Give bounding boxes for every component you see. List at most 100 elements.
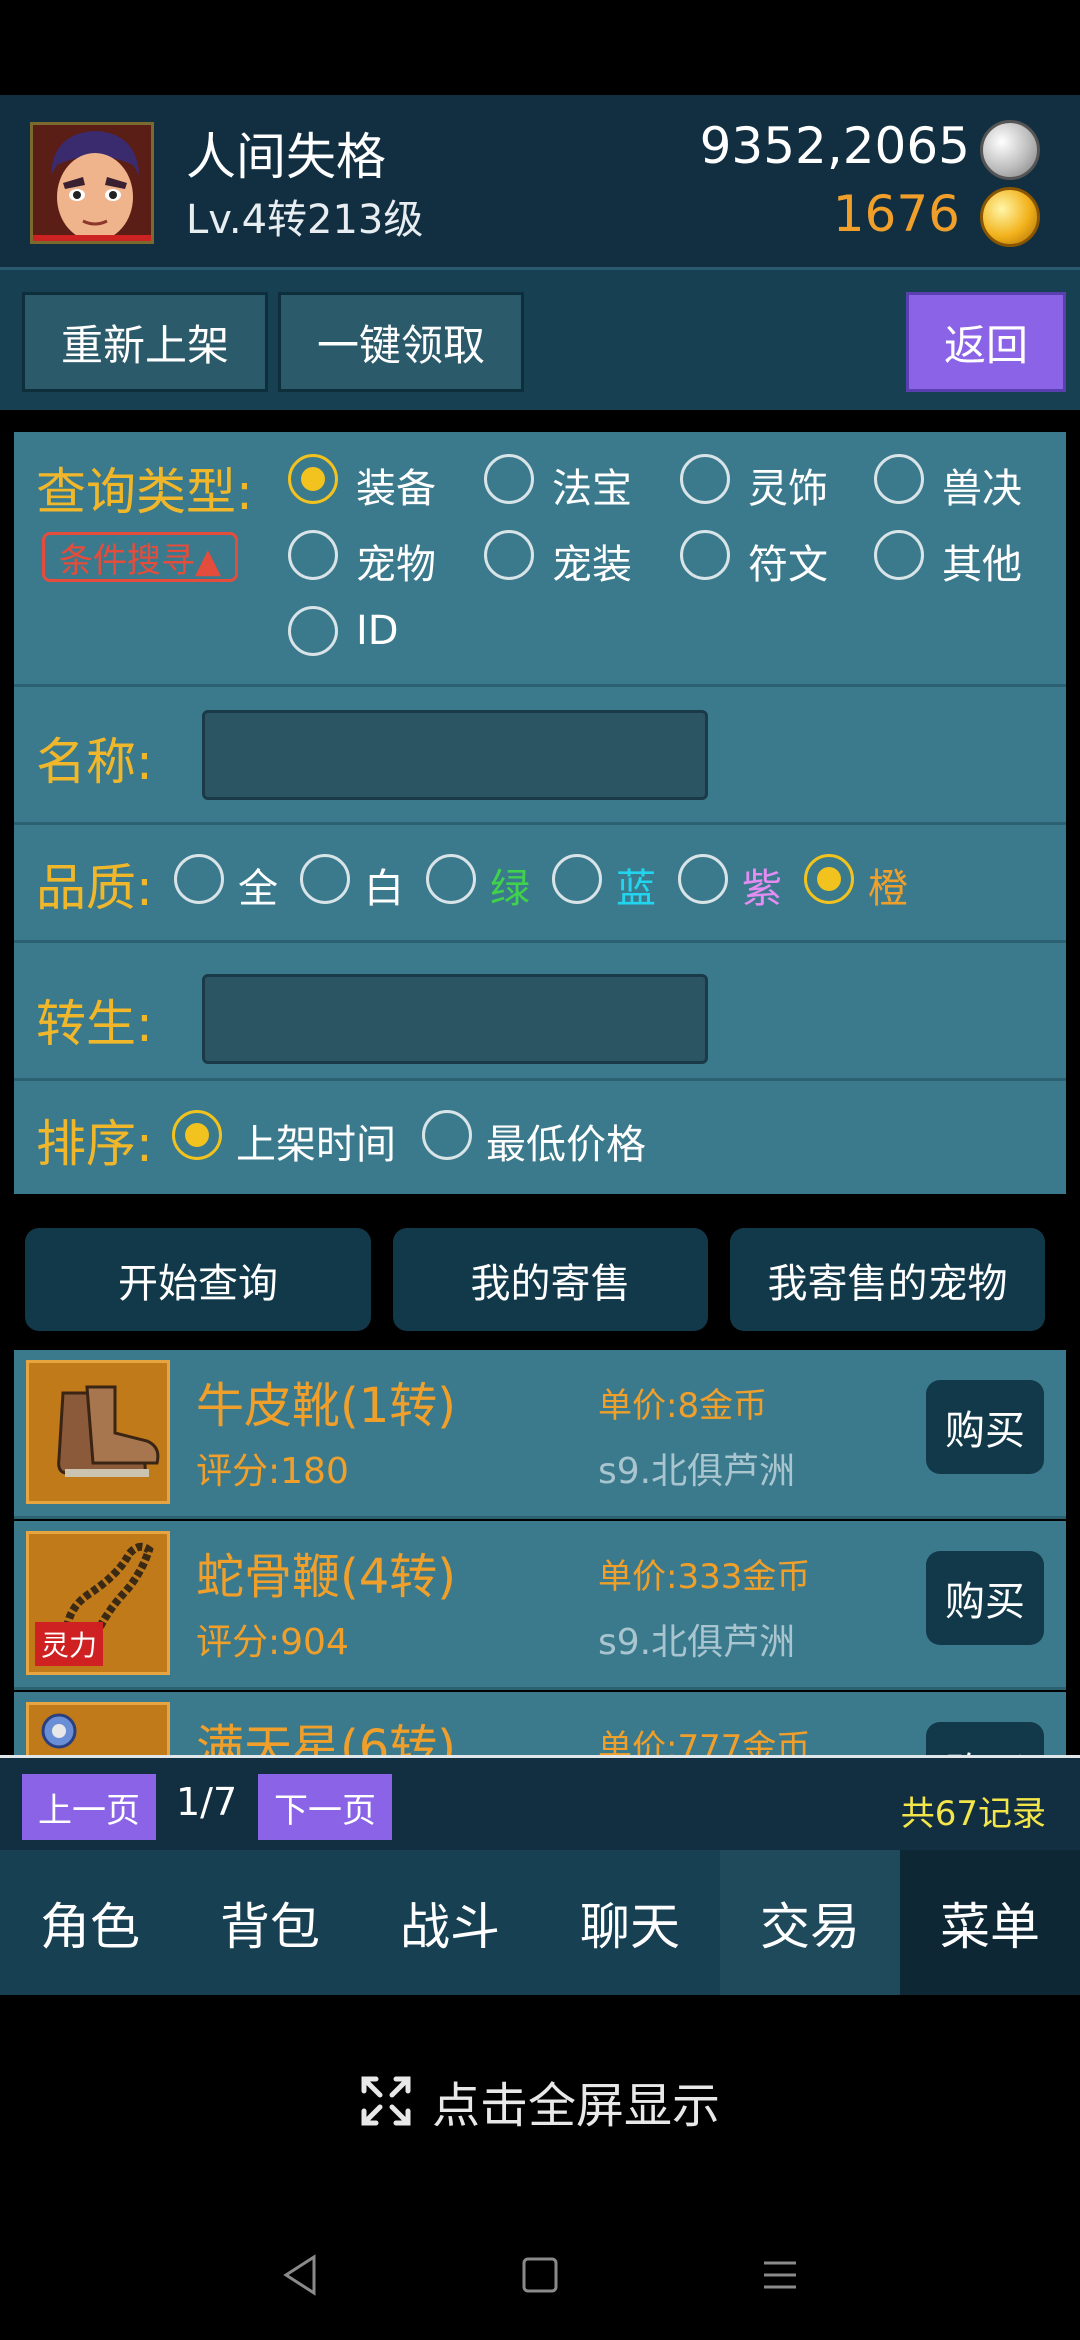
radio-query-id[interactable] — [288, 606, 338, 656]
radio-quality-all[interactable] — [174, 854, 224, 904]
option-label: ID — [356, 608, 399, 654]
gold-amount: 1676 — [832, 185, 960, 243]
divider — [14, 684, 1066, 687]
home-square-icon[interactable] — [520, 2255, 560, 2295]
radio-quality-blue[interactable] — [552, 854, 602, 904]
option-label: 宠装 — [552, 542, 632, 588]
prev-page-button[interactable]: 上一页 — [22, 1774, 156, 1840]
list-item: 牛皮靴(1转) 评分:180 单价:8金币 s9.北俱芦洲 购买 — [14, 1350, 1066, 1516]
rebirth-input[interactable] — [202, 974, 708, 1064]
rebirth-label: 转生: — [36, 995, 153, 1053]
item-tag: 灵力 — [35, 1622, 104, 1666]
quality-label: 品质: — [36, 859, 153, 917]
option-label: 符文 — [748, 542, 828, 588]
nav-tab-backpack[interactable]: 背包 — [180, 1850, 360, 1995]
radio-sort-lowest-price[interactable] — [422, 1110, 472, 1160]
radio-sort-listing-time[interactable] — [172, 1110, 222, 1160]
sort-label: 排序: — [36, 1115, 153, 1173]
radio-quality-white[interactable] — [300, 854, 350, 904]
option-label: 装备 — [356, 466, 436, 512]
next-page-button[interactable]: 下一页 — [258, 1774, 392, 1840]
radio-query-magic-treasure[interactable] — [484, 454, 534, 504]
avatar-portrait-icon — [33, 125, 151, 241]
buy-button[interactable]: 购买 — [926, 1722, 1044, 1755]
player-name: 人间失格 — [186, 128, 386, 186]
pagination-bar: 上一页 1/7 下一页 共67记录 — [0, 1755, 1080, 1850]
recents-menu-icon[interactable] — [760, 2255, 800, 2295]
radio-query-beast-skill[interactable] — [874, 454, 924, 504]
item-price: 单价:777金币 — [598, 1728, 811, 1755]
divider — [14, 940, 1066, 943]
star-weapon-icon — [26, 1702, 170, 1755]
sort-option-label: 上架时间 — [236, 1122, 396, 1168]
item-list: 牛皮靴(1转) 评分:180 单价:8金币 s9.北俱芦洲 购买 灵力 蛇骨鞭(… — [14, 1350, 1066, 1755]
option-label: 法宝 — [552, 466, 632, 512]
nav-tab-battle[interactable]: 战斗 — [360, 1850, 540, 1995]
quality-label-blue: 蓝 — [616, 866, 656, 912]
back-triangle-icon[interactable] — [280, 2253, 320, 2297]
system-nav-bar — [0, 2230, 1080, 2320]
item-score: 评分:904 — [196, 1622, 349, 1663]
radio-quality-orange[interactable] — [804, 854, 854, 904]
silver-coin-icon — [980, 120, 1040, 180]
radio-quality-green[interactable] — [426, 854, 476, 904]
search-form: 查询类型: 条件搜寻▲ 装备 法宝 灵饰 兽决 宠物 宠装 符文 其他 ID 名… — [14, 432, 1066, 1194]
my-pet-consignment-button[interactable]: 我寄售的宠物 — [730, 1228, 1045, 1331]
back-button[interactable]: 返回 — [906, 292, 1066, 392]
nav-tab-character[interactable]: 角色 — [0, 1850, 180, 1995]
sort-option-label: 最低价格 — [486, 1122, 646, 1168]
divider — [14, 1687, 1066, 1690]
fullscreen-icon — [361, 2076, 411, 2126]
page-indicator: 1/7 — [176, 1780, 238, 1824]
quality-label-white: 白 — [364, 866, 404, 912]
item-name: 牛皮靴(1转) — [196, 1378, 456, 1434]
radio-query-pet-gear[interactable] — [484, 530, 534, 580]
fullscreen-label: 点击全屏显示 — [431, 2078, 720, 2134]
relist-button[interactable]: 重新上架 — [22, 292, 268, 392]
quality-label-purple: 紫 — [742, 866, 782, 912]
name-input[interactable] — [202, 710, 708, 800]
list-item: 满天星(6转) 单价:777金币 购买 — [14, 1692, 1066, 1755]
option-label: 兽决 — [942, 466, 1022, 512]
item-name: 满天星(6转) — [196, 1720, 456, 1755]
buy-button[interactable]: 购买 — [926, 1551, 1044, 1645]
radio-query-pet[interactable] — [288, 530, 338, 580]
radio-query-equipment[interactable] — [288, 454, 338, 504]
query-type-label: 查询类型: — [36, 463, 253, 521]
radio-query-other[interactable] — [874, 530, 924, 580]
divider — [14, 822, 1066, 825]
start-query-button[interactable]: 开始查询 — [25, 1228, 371, 1331]
radio-quality-purple[interactable] — [678, 854, 728, 904]
gold-coin-icon — [980, 187, 1040, 247]
record-count: 共67记录 — [900, 1794, 1046, 1834]
option-label: 宠物 — [356, 542, 436, 588]
quality-label-green: 绿 — [490, 866, 530, 912]
item-price: 单价:8金币 — [598, 1386, 768, 1426]
quality-label-orange: 橙 — [868, 866, 908, 912]
item-score: 评分:180 — [196, 1451, 349, 1492]
radio-query-accessory[interactable] — [680, 454, 730, 504]
list-item: 灵力 蛇骨鞭(4转) 评分:904 单价:333金币 s9.北俱芦洲 购买 — [14, 1521, 1066, 1687]
item-name: 蛇骨鞭(4转) — [196, 1549, 456, 1605]
whip-icon: 灵力 — [26, 1531, 170, 1675]
nav-tab-trade[interactable]: 交易 — [720, 1850, 900, 1995]
boots-icon — [26, 1360, 170, 1504]
option-label: 其他 — [942, 542, 1022, 588]
divider — [14, 1516, 1066, 1519]
claim-all-button[interactable]: 一键领取 — [278, 292, 524, 392]
silver-amount: 9352,2065 — [699, 117, 970, 175]
fullscreen-prompt[interactable]: 点击全屏显示 — [0, 2066, 1080, 2136]
name-label: 名称: — [36, 733, 153, 791]
divider — [14, 1078, 1066, 1081]
buy-button[interactable]: 购买 — [926, 1380, 1044, 1474]
nav-tab-menu[interactable]: 菜单 — [900, 1850, 1080, 1995]
my-consignment-button[interactable]: 我的寄售 — [393, 1228, 708, 1331]
radio-query-rune[interactable] — [680, 530, 730, 580]
player-header: 人间失格 Lv.4转213级 9352,2065 1676 — [0, 95, 1080, 270]
item-price: 单价:333金币 — [598, 1557, 811, 1597]
nav-tab-chat[interactable]: 聊天 — [540, 1850, 720, 1995]
item-server: s9.北俱芦洲 — [598, 1622, 796, 1663]
player-avatar[interactable] — [30, 122, 154, 244]
action-bar: 重新上架 一键领取 返回 — [0, 270, 1080, 410]
condition-search-toggle[interactable]: 条件搜寻▲ — [42, 532, 238, 582]
